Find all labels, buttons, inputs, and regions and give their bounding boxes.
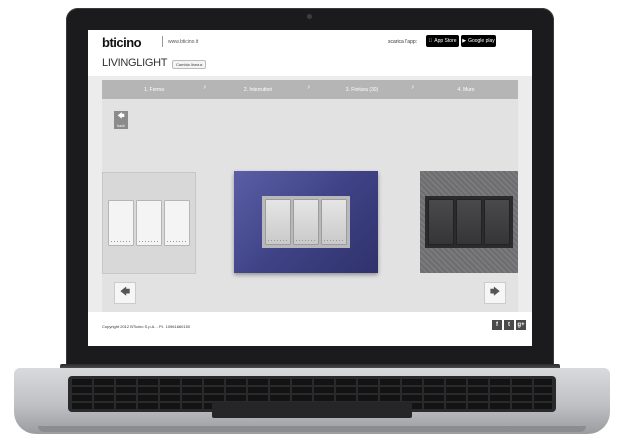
step-shape[interactable]: 1. Forma › bbox=[102, 80, 206, 99]
step-label: 2. Interruttori bbox=[243, 86, 273, 93]
previous-button[interactable]: 🡄 bbox=[114, 282, 136, 304]
step-wall[interactable]: 4. Muro bbox=[414, 80, 518, 99]
switch-key bbox=[108, 200, 134, 246]
plate-carousel: 🡄 back 🡄 🡆 bbox=[102, 99, 518, 312]
step-label: 1. Forma bbox=[143, 86, 164, 93]
switch-key bbox=[293, 199, 319, 245]
logo-separator bbox=[162, 36, 163, 47]
facebook-icon[interactable]: f bbox=[492, 320, 502, 330]
switch-module-group bbox=[262, 196, 350, 248]
led-strip bbox=[167, 241, 187, 242]
switch-key bbox=[136, 200, 162, 246]
play-icon: ▶ bbox=[462, 38, 467, 44]
plate-white[interactable] bbox=[102, 172, 196, 274]
plate-steel[interactable] bbox=[420, 171, 518, 273]
twitter-icon[interactable]: t bbox=[504, 320, 514, 330]
app-store-label: App Store bbox=[432, 38, 456, 44]
switch-module-group bbox=[105, 197, 193, 249]
switch-key bbox=[484, 199, 510, 245]
app-store-badge[interactable]:  App Store bbox=[426, 35, 459, 47]
switch-key bbox=[164, 200, 190, 246]
key-row bbox=[72, 387, 552, 393]
step-switches[interactable]: 2. Interruttori › bbox=[206, 80, 310, 99]
switch-key bbox=[265, 199, 291, 245]
led-strip bbox=[111, 241, 131, 242]
google-play-badge[interactable]: ▶ Google play bbox=[461, 35, 496, 47]
step-finish[interactable]: 3. Finitura (30) › bbox=[310, 80, 414, 99]
laptop-bezel: bticino www.bticino.it scarica l'app:  … bbox=[66, 8, 554, 368]
led-strip bbox=[324, 240, 344, 241]
google-play-label: Google play bbox=[468, 38, 495, 44]
back-label: back bbox=[117, 124, 125, 128]
laptop-front-edge bbox=[38, 426, 586, 432]
laptop-screen: bticino www.bticino.it scarica l'app:  … bbox=[88, 30, 532, 346]
key-row bbox=[72, 395, 552, 401]
switch-module-group bbox=[425, 196, 513, 248]
led-strip bbox=[139, 241, 159, 242]
site-header: bticino www.bticino.it scarica l'app:  … bbox=[88, 30, 532, 52]
switch-key bbox=[456, 199, 482, 245]
switch-key bbox=[321, 199, 347, 245]
arrow-left-icon: 🡄 bbox=[119, 286, 131, 298]
trackpad bbox=[212, 402, 412, 418]
copyright-text: Copyright 2012 BTicino S.p.A. - P.I. 109… bbox=[102, 324, 191, 329]
plate-blue-selected[interactable] bbox=[234, 171, 378, 273]
site-footer: Copyright 2012 BTicino S.p.A. - P.I. 109… bbox=[88, 312, 532, 346]
step-label: 4. Muro bbox=[457, 86, 475, 93]
apple-icon:  bbox=[429, 38, 433, 44]
arrow-right-icon: 🡆 bbox=[489, 286, 501, 298]
google-plus-icon[interactable]: g+ bbox=[516, 320, 526, 330]
download-app-label: scarica l'app: bbox=[388, 39, 418, 45]
key-row bbox=[72, 379, 552, 385]
led-strip bbox=[296, 240, 316, 241]
step-label: 3. Finitura (30) bbox=[345, 86, 379, 93]
change-range-button[interactable]: Cambia linea ▸ bbox=[172, 60, 207, 69]
bticino-logo[interactable]: bticino bbox=[102, 35, 142, 50]
switch-key bbox=[428, 199, 454, 245]
laptop-base bbox=[14, 368, 610, 434]
led-strip bbox=[268, 240, 288, 241]
webcam bbox=[307, 14, 312, 19]
site-url-link[interactable]: www.bticino.it bbox=[168, 39, 198, 45]
step-navigation: 1. Forma › 2. Interruttori › 3. Finitura… bbox=[102, 80, 518, 99]
living-light-title: LIVINGLIGHT bbox=[102, 57, 168, 69]
next-button[interactable]: 🡆 bbox=[484, 282, 506, 304]
arrow-left-icon: 🡄 bbox=[117, 113, 125, 120]
back-button[interactable]: 🡄 back bbox=[114, 111, 128, 129]
brand-row: LIVINGLIGHT Cambia linea ▸ bbox=[88, 52, 532, 76]
